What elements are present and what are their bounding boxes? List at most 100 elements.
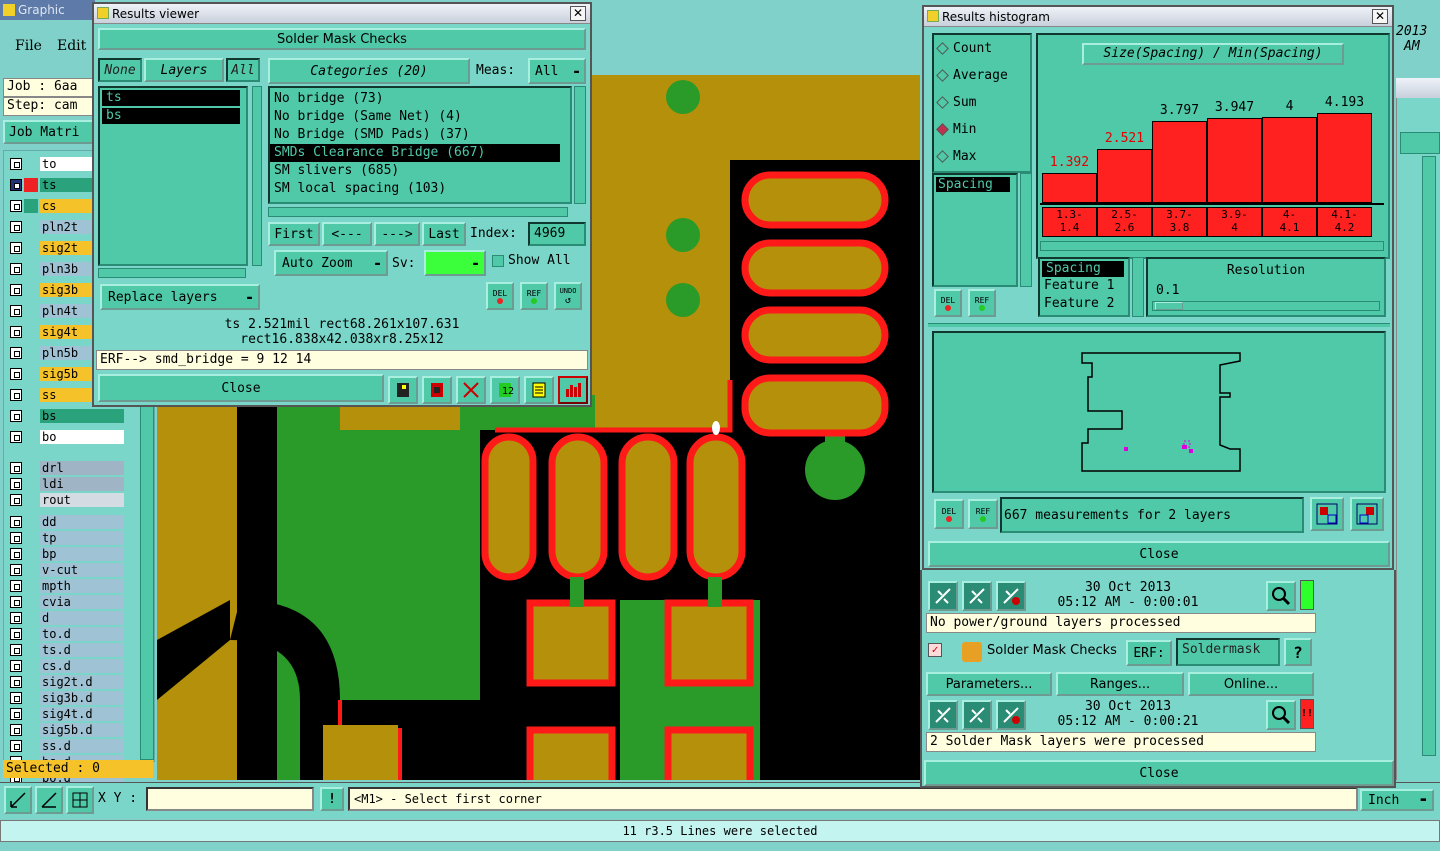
category-item[interactable]: No bridge (73)	[270, 90, 570, 108]
measure-icon[interactable]	[35, 786, 63, 814]
stat-option-max[interactable]: Max	[936, 149, 976, 164]
layer-row[interactable]: bp	[6, 547, 124, 561]
erf-button[interactable]: ERF:	[1126, 640, 1172, 666]
categories-button[interactable]: Categories (20)	[268, 58, 470, 84]
radio-diamond-icon[interactable]	[936, 42, 949, 55]
layer-row[interactable]: rout	[6, 493, 124, 507]
resolution-slider[interactable]	[1152, 301, 1380, 311]
close-icon[interactable]: ✕	[570, 6, 586, 21]
chart-hscroll[interactable]	[1040, 241, 1384, 251]
category-hscroll[interactable]	[268, 207, 568, 217]
layer-row[interactable]: sig5b.d	[6, 723, 124, 737]
check-enabled-checkbox[interactable]: ✓	[928, 643, 942, 657]
category-vscroll[interactable]	[574, 86, 586, 204]
layer-tab-none[interactable]: None	[98, 58, 142, 82]
radio-diamond-icon[interactable]	[936, 123, 949, 136]
checklist-close-button[interactable]: Close	[924, 760, 1394, 786]
category-item[interactable]: SM slivers (685)	[270, 162, 570, 180]
layer-color-swatch[interactable]	[24, 325, 38, 339]
results-viewer-titlebar[interactable]: Results viewer ✕	[94, 4, 590, 24]
compare-icon[interactable]: 12	[490, 376, 520, 404]
layer-tab-all[interactable]: All	[226, 58, 260, 82]
layer-row[interactable]: bs	[6, 409, 124, 423]
layer-checkbox[interactable]	[10, 326, 22, 338]
auto-zoom-select[interactable]: Auto Zoom ▬	[274, 250, 388, 276]
histogram-bar[interactable]	[1097, 149, 1152, 203]
zoom-icon-1[interactable]	[1266, 581, 1296, 611]
layer-row[interactable]: sig2t.d	[6, 675, 124, 689]
category-list[interactable]: No bridge (73) No bridge (Same Net) (4) …	[268, 86, 572, 204]
field2-item-feature1[interactable]: Feature 1	[1040, 277, 1128, 295]
layer-row[interactable]: sig4t.d	[6, 707, 124, 721]
layer-color-swatch[interactable]	[24, 627, 38, 641]
layer-checkbox[interactable]	[10, 478, 22, 490]
nav-first-button[interactable]: First	[268, 222, 320, 246]
layer-color-swatch[interactable]	[24, 304, 38, 318]
layer-color-swatch[interactable]	[24, 547, 38, 561]
layer-color-swatch[interactable]	[24, 659, 38, 673]
layer-color-swatch[interactable]	[24, 723, 38, 737]
histogram-bar[interactable]	[1152, 121, 1207, 203]
layer-color-swatch[interactable]	[24, 409, 38, 423]
rv-layer-hscroll[interactable]	[98, 268, 246, 278]
layer-row[interactable]: to.d	[6, 627, 124, 641]
stat-option-min[interactable]: Min	[936, 122, 976, 137]
layer-checkbox[interactable]	[10, 389, 22, 401]
layer-checkbox[interactable]	[10, 200, 22, 212]
field-list-2-scroll[interactable]	[1132, 257, 1144, 317]
layer-checkbox[interactable]	[10, 431, 22, 443]
histogram-bar[interactable]	[1207, 118, 1262, 203]
layer-checkbox[interactable]	[10, 564, 22, 576]
alert-button[interactable]: !	[320, 787, 344, 811]
preview-del-button[interactable]: DEL	[934, 499, 964, 529]
layer-checkbox[interactable]	[10, 692, 22, 704]
layer-checkbox[interactable]	[10, 242, 22, 254]
index-input[interactable]: 4969	[528, 222, 586, 246]
rv-layer-bs[interactable]: bs	[102, 108, 240, 124]
layer-color-swatch[interactable]	[24, 707, 38, 721]
nav-prev-button[interactable]: <---	[322, 222, 372, 246]
stat-option-sum[interactable]: Sum	[936, 95, 976, 110]
del-button[interactable]: DEL	[486, 282, 514, 310]
category-item[interactable]: No bridge (Same Net) (4)	[270, 108, 570, 126]
layer-color-swatch[interactable]	[24, 691, 38, 705]
layer-checkbox[interactable]	[10, 740, 22, 752]
slider-thumb[interactable]	[1155, 302, 1183, 310]
zoom-back-icon[interactable]	[1350, 497, 1384, 531]
radio-diamond-icon[interactable]	[936, 69, 949, 82]
layer-color-swatch[interactable]	[24, 178, 38, 192]
histogram-titlebar[interactable]: Results histogram ✕	[924, 7, 1392, 27]
ref-disabled-icon[interactable]	[456, 376, 486, 404]
layer-color-swatch[interactable]	[24, 579, 38, 593]
run-icon-6[interactable]	[996, 700, 1026, 730]
layer-color-swatch[interactable]	[24, 262, 38, 276]
zoom-to-icon[interactable]	[1310, 497, 1344, 531]
layer-color-swatch[interactable]	[24, 241, 38, 255]
close-icon[interactable]: ✕	[1372, 9, 1388, 24]
zoom-icon-2[interactable]	[1266, 700, 1296, 730]
layer-color-swatch[interactable]	[24, 563, 38, 577]
rv-layer-ts[interactable]: ts	[102, 90, 240, 106]
nav-last-button[interactable]: Last	[422, 222, 466, 246]
layer-checkbox[interactable]	[10, 676, 22, 688]
layer-checkbox[interactable]	[10, 263, 22, 275]
zoom-area-icon[interactable]	[4, 786, 32, 814]
field-list-1-scroll[interactable]	[1020, 173, 1032, 287]
layer-row[interactable]: d	[6, 611, 124, 625]
hist-del-button[interactable]: DEL	[934, 289, 962, 317]
layer-color-swatch[interactable]	[24, 739, 38, 753]
layer-checkbox[interactable]	[10, 580, 22, 592]
layer-color-swatch[interactable]	[24, 493, 38, 507]
layer-checkbox[interactable]	[10, 179, 22, 191]
meas-select[interactable]: All ▬	[528, 58, 586, 84]
parameters-button[interactable]: Parameters...	[926, 672, 1052, 696]
field2-item-spacing[interactable]: Spacing	[1042, 261, 1124, 277]
layer-tab-layers[interactable]: Layers	[144, 58, 224, 82]
rv-layer-vscroll[interactable]	[252, 86, 262, 266]
field-list-1[interactable]: Spacing	[932, 173, 1018, 287]
layer-checkbox[interactable]	[10, 494, 22, 506]
layer-color-swatch[interactable]	[24, 220, 38, 234]
run-icon-5[interactable]	[962, 700, 992, 730]
report-icon[interactable]	[524, 376, 554, 404]
layer-row[interactable]: tp	[6, 531, 124, 545]
